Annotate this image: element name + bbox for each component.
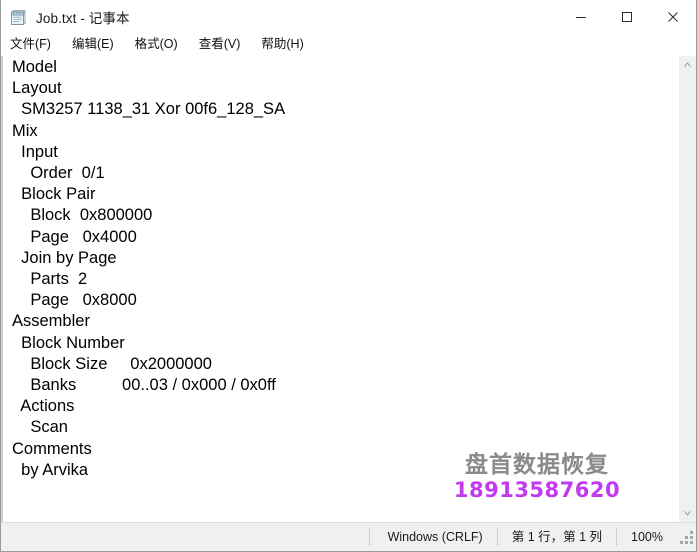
document-line: Block Pair: [12, 185, 96, 204]
document-line: Page 0x8000: [12, 291, 137, 310]
menu-bar: 文件(F) 编辑(E) 格式(O) 查看(V) 帮助(H): [1, 34, 696, 55]
document-line: Assembler: [12, 312, 90, 331]
scrollbar-track[interactable]: [679, 73, 696, 505]
document-line: Parts 2: [12, 270, 88, 289]
document-line: Comments: [12, 439, 92, 458]
status-line-ending[interactable]: Windows (CRLF): [368, 528, 497, 546]
document-line: Block 0x800000: [12, 206, 153, 225]
vertical-scrollbar[interactable]: [678, 56, 696, 522]
text-editor[interactable]: Model Layout SM3257 1138_31 Xor 00f6_128_…: [3, 56, 678, 522]
scroll-up-arrow-icon[interactable]: [679, 56, 696, 73]
status-cursor-position[interactable]: 第 1 行，第 1 列: [496, 528, 616, 546]
document-line: Model: [12, 58, 57, 76]
close-button[interactable]: [650, 0, 696, 33]
editor-region: Model Layout SM3257 1138_31 Xor 00f6_128_…: [1, 55, 696, 522]
document-line: Page 0x4000: [12, 227, 137, 246]
resize-grip[interactable]: [679, 530, 693, 544]
menu-format[interactable]: 格式(O): [135, 34, 186, 55]
minimize-button[interactable]: [558, 0, 604, 33]
document-line: Scan: [12, 418, 68, 437]
notepad-icon: [10, 8, 28, 26]
maximize-icon: [622, 11, 632, 22]
status-zoom-level[interactable]: 100%: [616, 528, 671, 546]
scroll-down-arrow-icon[interactable]: [679, 505, 696, 522]
document-line: Block Size 0x2000000: [12, 354, 212, 373]
window-controls: [558, 0, 696, 33]
watermark-phone: 18913587620: [453, 478, 621, 502]
title-bar-left: Job.txt - 记事本: [1, 7, 130, 27]
document-line: Actions: [12, 397, 75, 416]
close-icon: [668, 11, 678, 22]
document-line: Input: [12, 142, 58, 161]
document-line: Order 0/1: [12, 164, 105, 183]
maximize-button[interactable]: [604, 0, 650, 33]
minimize-icon: [576, 16, 586, 18]
title-bar[interactable]: Job.txt - 记事本: [1, 0, 696, 34]
menu-help[interactable]: 帮助(H): [261, 34, 311, 55]
document-line: Layout: [12, 79, 62, 98]
document-line: by Arvika: [12, 460, 89, 479]
document-line: Banks 00..03 / 0x000 / 0x0ff: [12, 376, 276, 395]
status-bar: Windows (CRLF) 第 1 行，第 1 列 100%: [1, 522, 696, 551]
document-line: SM3257 1138_31 Xor 00f6_128_SA: [12, 100, 286, 119]
menu-view[interactable]: 查看(V): [199, 34, 249, 55]
document-line: Block Number: [12, 333, 125, 352]
notepad-window: Job.txt - 记事本 文件(F) 编辑(E) 格式(O) 查看(V) 帮助…: [0, 0, 697, 552]
window-title: Job.txt - 记事本: [36, 10, 130, 26]
menu-edit[interactable]: 编辑(E): [72, 34, 122, 55]
document-line: Mix: [12, 121, 38, 140]
menu-file[interactable]: 文件(F): [10, 34, 59, 55]
document-line: Join by Page: [12, 248, 117, 267]
